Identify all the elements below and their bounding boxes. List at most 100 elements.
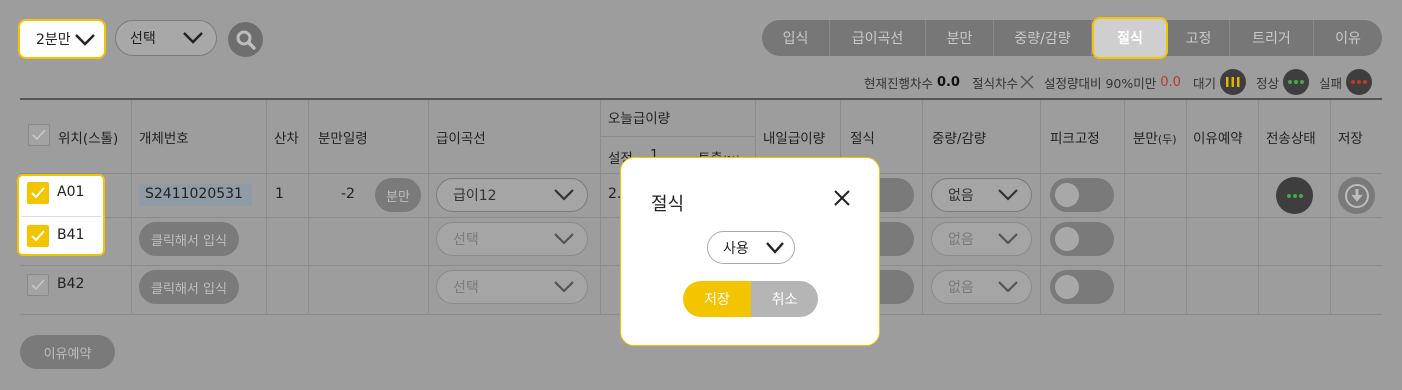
check-icon <box>32 129 46 141</box>
search-icon <box>236 30 256 50</box>
header-tomorrow-feed: 내일급이량 <box>763 131 826 147</box>
under-setting-value: 0.0 <box>1160 74 1181 90</box>
normal-status-icon <box>1282 69 1309 95</box>
failure-status-icon <box>1346 69 1372 95</box>
header-fasting: 절식 <box>850 131 875 147</box>
weight-change-select[interactable]: 없음 <box>931 178 1032 212</box>
feed-curve-select[interactable]: 선택 <box>436 270 588 304</box>
row-checkbox[interactable] <box>27 182 49 204</box>
tab-fasting[interactable]: 절식 <box>1092 17 1168 59</box>
column-divider <box>1040 100 1041 315</box>
table-top-border <box>20 98 1382 100</box>
farrow-button[interactable]: 분만 <box>375 178 421 212</box>
download-icon <box>1344 183 1369 208</box>
row-position: B42 <box>57 276 85 292</box>
column-divider <box>922 100 923 315</box>
tab-weight-change[interactable]: 중량/감량 <box>994 20 1092 56</box>
column-divider <box>600 100 601 315</box>
choice-select-value: 선택 <box>130 31 156 47</box>
header-transfer-status: 전송상태 <box>1266 131 1316 147</box>
row-checkbox[interactable] <box>27 274 49 296</box>
fasting-use-value: 사용 <box>723 240 749 257</box>
row-position: A01 <box>57 184 85 200</box>
tab-feed-curve[interactable]: 급이곡선 <box>830 20 926 56</box>
chevron-down-icon <box>75 34 95 46</box>
header-today-feed: 오늘급이량 <box>608 111 671 127</box>
fasting-round-label: 절식차수 <box>971 75 1018 91</box>
function-tabs: 입식 급이곡선 분만 중량/감량 절식 고정 트리거 이유 <box>762 17 1382 59</box>
save-row-button[interactable] <box>1338 177 1375 214</box>
column-divider <box>1124 100 1125 315</box>
tab-trigger[interactable]: 트리거 <box>1230 20 1314 56</box>
weight-change-select[interactable]: 없음 <box>931 222 1032 256</box>
column-divider <box>1330 100 1331 315</box>
status-bar: 현재진행차수 0.0 절식차수 설정량대비 90%미만 0.0 대기 정상 실패 <box>863 69 1372 95</box>
feed-curve-select[interactable]: 선택 <box>436 222 588 256</box>
tab-weaning[interactable]: 이유 <box>1314 20 1382 56</box>
header-feed-curve: 급이곡선 <box>436 131 486 147</box>
chevron-down-icon <box>183 32 203 44</box>
feed-curve-value: 급이12 <box>453 188 497 204</box>
peak-fix-toggle[interactable] <box>1050 178 1114 212</box>
check-icon <box>31 187 45 199</box>
current-round-label: 현재진행차수 <box>863 75 933 91</box>
row-parity: 1 <box>275 186 284 202</box>
failure-label: 실패 <box>1318 75 1342 91</box>
chevron-down-icon <box>766 242 784 254</box>
tab-farrowing[interactable]: 분만 <box>926 20 994 56</box>
waiting-status-icon <box>1219 69 1246 95</box>
weight-change-value: 없음 <box>948 188 974 204</box>
column-divider <box>1186 100 1187 315</box>
header-weight-change: 중량/감량 <box>932 131 987 147</box>
header-farrowing-count: 분만(두) <box>1133 131 1177 147</box>
click-to-enter-button[interactable]: 클릭해서 입식 <box>139 270 239 304</box>
feed-curve-value: 선택 <box>453 232 479 248</box>
check-icon <box>31 230 45 242</box>
row-checkbox[interactable] <box>27 225 49 247</box>
feed-curve-select[interactable]: 급이12 <box>436 178 588 212</box>
peak-fix-toggle[interactable] <box>1050 222 1114 256</box>
check-icon <box>31 279 45 291</box>
weaning-reservation-button[interactable]: 이유예약 <box>20 335 115 369</box>
modal-save-button[interactable]: 저장 <box>683 281 751 317</box>
fasting-modal: 절식 사용 저장 취소 <box>620 157 880 346</box>
chevron-down-icon <box>998 233 1018 245</box>
tab-fix[interactable]: 고정 <box>1168 20 1230 56</box>
weight-change-value: 없음 <box>948 232 974 248</box>
weight-change-select[interactable]: 없음 <box>931 270 1032 304</box>
header-days: 분만일령 <box>318 131 368 147</box>
split-select[interactable]: 2분만 <box>18 19 106 59</box>
modal-cancel-button[interactable]: 취소 <box>751 281 818 317</box>
column-divider <box>1258 100 1259 315</box>
select-all-checkbox[interactable] <box>28 124 50 146</box>
feed-curve-value: 선택 <box>453 280 479 296</box>
row-days: -2 <box>341 186 355 202</box>
transfer-status-icon <box>1276 177 1313 214</box>
row-entity-no[interactable]: S2411020531 <box>145 186 243 202</box>
header-peak-fix: 피크고정 <box>1050 131 1100 147</box>
search-button[interactable] <box>228 22 263 57</box>
choice-select[interactable]: 선택 <box>115 20 217 56</box>
click-to-enter-button[interactable]: 클릭해서 입식 <box>139 222 239 256</box>
split-select-value: 2분만 <box>36 32 71 48</box>
row-divider <box>21 216 101 217</box>
header-position: 위치(스톨) <box>58 131 119 147</box>
close-icon[interactable] <box>833 189 851 207</box>
column-divider <box>308 100 309 315</box>
header-save: 저장 <box>1338 131 1363 147</box>
column-divider <box>428 100 429 315</box>
chevron-down-icon <box>998 189 1018 201</box>
subheader-divider <box>600 136 755 137</box>
header-parity: 산차 <box>274 131 299 147</box>
close-x-icon <box>1020 75 1034 89</box>
current-round-value: 0.0 <box>936 74 960 90</box>
waiting-label: 대기 <box>1192 75 1216 91</box>
header-entity-no: 개체번호 <box>139 131 189 147</box>
fasting-use-select[interactable]: 사용 <box>707 231 795 264</box>
column-divider <box>131 100 132 315</box>
column-divider <box>266 100 267 315</box>
chevron-down-icon <box>554 189 574 201</box>
tab-entry[interactable]: 입식 <box>762 20 830 56</box>
normal-label: 정상 <box>1255 75 1279 91</box>
peak-fix-toggle[interactable] <box>1050 270 1114 304</box>
